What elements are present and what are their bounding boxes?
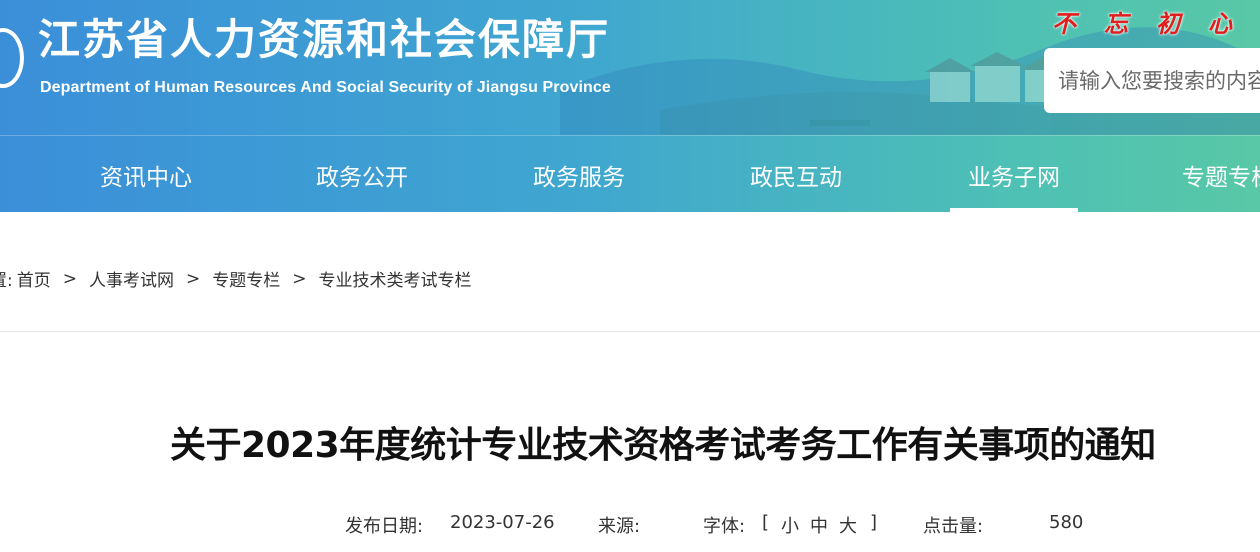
publish-date-label: 发布日期: — [345, 516, 424, 537]
nav-item-subsites[interactable]: 业务子网 — [950, 136, 1078, 212]
main-nav: 资讯中心 政务公开 政务服务 政民互动 业务子网 专题专栏 — [0, 136, 1260, 212]
breadcrumb-exam-site[interactable]: 人事考试网 — [89, 266, 174, 291]
slogan: 不 忘 初 心 — [1052, 4, 1232, 39]
breadcrumb-separator: > — [62, 268, 77, 289]
nav-item-news[interactable]: 资讯中心 — [100, 136, 192, 212]
font-size-bracket-open: [ — [762, 512, 770, 533]
article-meta: 发布日期: 2023-07-26 来源: 字体: [ 小 中 大 ] 点击量: … — [0, 512, 1260, 542]
site-title[interactable]: 江苏省人力资源和社会保障厅 — [38, 6, 610, 67]
publish-date: 2023-07-26 — [450, 512, 555, 533]
font-size-large-button[interactable]: 大 — [839, 512, 857, 538]
font-size-medium-button[interactable]: 中 — [810, 512, 828, 538]
breadcrumb-prefix: 置: — [0, 271, 13, 291]
hits-label: 点击量: — [923, 516, 984, 537]
site-subtitle: Department of Human Resources And Social… — [40, 79, 611, 96]
font-size-label: 字体: — [703, 516, 746, 537]
slogan-char: 不 — [1052, 9, 1076, 38]
content-divider — [0, 331, 1260, 332]
breadcrumb: 置: 首页 > 人事考试网 > 专题专栏 > 专业技术类考试专栏 — [0, 266, 471, 292]
search-input[interactable] — [1058, 48, 1260, 113]
article-title: 关于2023年度统计专业技术资格考试考务工作有关事项的通知 — [170, 425, 1156, 466]
font-size-small-button[interactable]: 小 — [781, 512, 799, 538]
nav-item-gov-affairs[interactable]: 政务公开 — [316, 136, 408, 212]
font-size-bracket-close: ] — [870, 512, 878, 533]
hits-count: 580 — [1049, 512, 1084, 533]
breadcrumb-separator: > — [185, 268, 201, 289]
emblem-icon — [0, 28, 24, 88]
nav-item-interaction[interactable]: 政民互动 — [750, 136, 842, 212]
slogan-char: 忘 — [1104, 9, 1128, 38]
site-header: 江苏省人力资源和社会保障厅 Department of Human Resour… — [0, 0, 1260, 212]
slogan-char: 初 — [1156, 9, 1180, 38]
breadcrumb-home[interactable]: 首页 — [17, 266, 51, 291]
breadcrumb-current[interactable]: 专业技术类考试专栏 — [318, 266, 471, 291]
breadcrumb-separator: > — [292, 268, 307, 289]
search-box — [1044, 48, 1260, 113]
nav-item-special-topics[interactable]: 专题专栏 — [1182, 136, 1260, 212]
source-label: 来源: — [598, 516, 641, 537]
breadcrumb-special-topics[interactable]: 专题专栏 — [212, 266, 280, 291]
slogan-char: 心 — [1208, 9, 1232, 38]
nav-item-gov-services[interactable]: 政务服务 — [533, 136, 625, 212]
